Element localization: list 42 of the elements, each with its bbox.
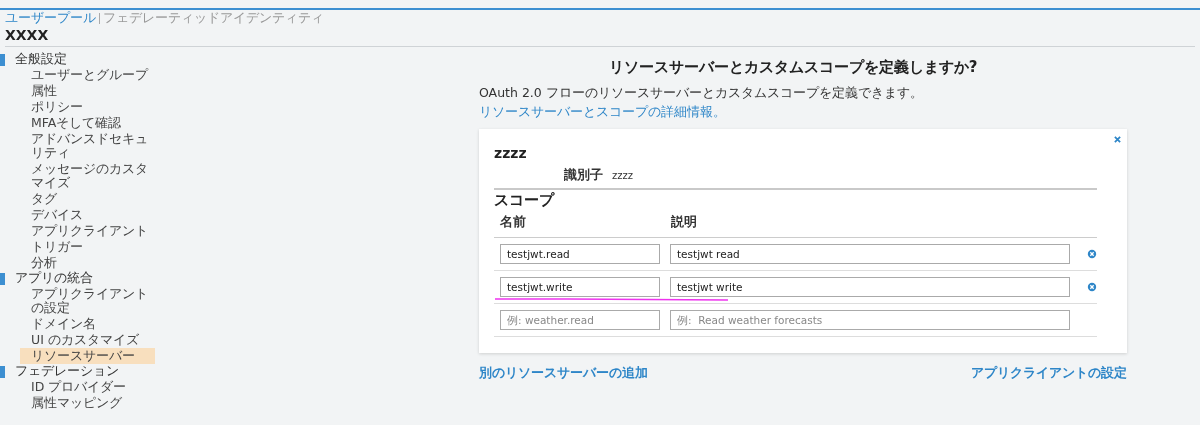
sidebar-group: アプリの統合 bbox=[0, 271, 155, 286]
sidebar-item[interactable]: ユーザーとグループ bbox=[0, 67, 155, 83]
scope-description-field[interactable]: testjwt read bbox=[670, 244, 1070, 264]
sidebar-item[interactable]: アプリクライアント bbox=[0, 223, 155, 239]
sidebar-item[interactable]: ドメイン名 bbox=[0, 316, 155, 332]
scope-name-field[interactable]: testjwt.write bbox=[500, 277, 660, 297]
sidebar-group: フェデレーション bbox=[0, 364, 155, 379]
details-link[interactable]: リソースサーバーとスコープの詳細情報。 bbox=[479, 104, 726, 121]
column-header: 説明 bbox=[671, 214, 697, 231]
scope-description-field[interactable]: testjwt write bbox=[670, 277, 1070, 297]
scopes-heading: スコープ bbox=[494, 190, 556, 210]
remove-icon[interactable] bbox=[1087, 249, 1097, 259]
sidebar-item[interactable]: アプリクライアントの設定 bbox=[0, 286, 155, 316]
scope-name-field[interactable]: 例: weather.read bbox=[500, 310, 660, 330]
sidebar-item[interactable]: リソースサーバー bbox=[20, 348, 155, 364]
scope-description-field[interactable]: 例: Read weather forecasts bbox=[670, 310, 1070, 330]
sidebar-item[interactable]: ポリシー bbox=[0, 99, 155, 115]
sidebar-item[interactable]: デバイス bbox=[0, 207, 155, 223]
sidebar-item[interactable]: 属性マッピング bbox=[0, 395, 155, 411]
app-client-settings-link[interactable]: アプリクライアントの設定 bbox=[971, 365, 1127, 382]
sidebar-item[interactable]: UI のカスタマイズ bbox=[0, 332, 155, 348]
sidebar-item[interactable]: 分析 bbox=[0, 255, 155, 271]
column-header: 名前 bbox=[500, 214, 527, 231]
sidebar-item[interactable]: 属性 bbox=[0, 83, 155, 99]
pool-name: XXXX bbox=[5, 26, 50, 44]
identifier-label: 識別子 bbox=[564, 166, 603, 184]
sidebar-item[interactable]: MFAそして確認 bbox=[0, 115, 155, 131]
sidebar-group: 全般設定 bbox=[0, 52, 155, 67]
server-name: zzzz bbox=[494, 144, 528, 163]
sidebar-item[interactable]: メッセージのカスタマイズ bbox=[0, 161, 155, 191]
add-server-link[interactable]: 別のリソースサーバーの追加 bbox=[479, 365, 648, 382]
sidebar-item[interactable]: アドバンスドセキュリティ bbox=[0, 131, 155, 161]
remove-icon[interactable] bbox=[1087, 282, 1097, 292]
sidebar-item[interactable]: ID プロバイダー bbox=[0, 379, 155, 395]
page-title: リソースサーバーとカスタムスコープを定義しますか? bbox=[607, 58, 979, 77]
header-tab[interactable]: ユーザープール bbox=[5, 9, 96, 27]
identifier-value: zzzz bbox=[612, 169, 633, 181]
close-icon[interactable] bbox=[1114, 136, 1121, 143]
intro-text: OAuth 2.0 フローのリソースサーバーとカスタムスコープを定義できます。 bbox=[479, 85, 923, 102]
sidebar-item[interactable]: タグ bbox=[0, 191, 155, 207]
sidebar-item[interactable]: トリガー bbox=[0, 239, 155, 255]
scope-name-field[interactable]: testjwt.read bbox=[500, 244, 660, 264]
